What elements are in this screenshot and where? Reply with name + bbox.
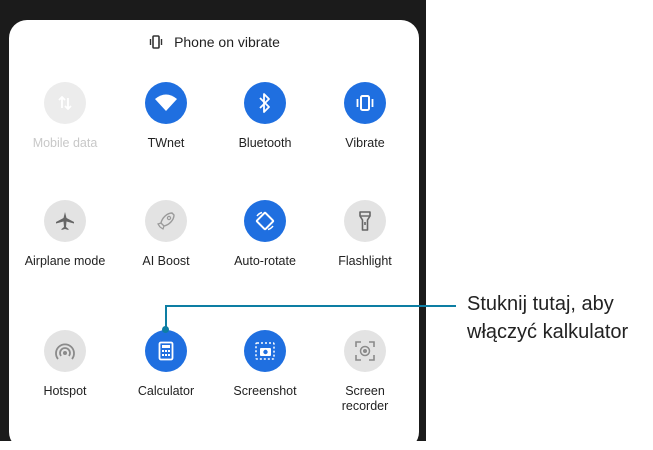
tile-flashlight[interactable]: Flashlight — [309, 200, 419, 280]
vibrate-icon — [356, 95, 374, 111]
tile-vibrate[interactable]: Vibrate — [309, 82, 419, 162]
tile-auto-rotate[interactable]: Auto-rotate — [209, 200, 319, 280]
callout-line-1: Stuknij tutaj, aby — [467, 293, 614, 315]
tile-label: Bluetooth — [238, 136, 292, 150]
tile-twnet[interactable]: TWnet — [110, 82, 220, 162]
auto-rotate-icon — [255, 211, 275, 231]
callout-line-2: włączyć kalkulator — [467, 321, 629, 343]
screenshot-icon — [255, 342, 275, 360]
tile-label: Screen recorder — [341, 384, 389, 413]
tile-label: AI Boost — [142, 254, 190, 268]
tile-ai-boost[interactable]: AI Boost — [110, 200, 220, 280]
tile-hotspot[interactable]: Hotspot — [9, 330, 119, 410]
status-text: Phone on vibrate — [174, 34, 280, 50]
tile-label: Hotspot — [43, 384, 87, 398]
flashlight-icon — [359, 211, 371, 231]
airplane-icon — [56, 212, 74, 230]
tile-label: Mobile data — [32, 136, 98, 150]
tile-label: Airplane mode — [24, 254, 106, 268]
callout-leader-horizontal — [165, 305, 456, 307]
tile-mobile-data[interactable]: Mobile data — [9, 82, 119, 162]
tile-label: Flashlight — [338, 254, 392, 268]
hotspot-icon — [55, 343, 75, 360]
tile-airplane-mode[interactable]: Airplane mode — [9, 200, 119, 280]
rocket-icon — [157, 212, 175, 230]
mobile-data-icon — [58, 95, 72, 111]
tile-label: Vibrate — [345, 136, 385, 150]
bluetooth-icon — [259, 93, 270, 113]
wifi-icon — [155, 94, 177, 111]
callout-dot — [162, 326, 169, 333]
tile-calculator[interactable]: Calculator — [110, 330, 220, 410]
tile-label: Screenshot — [233, 384, 297, 398]
tile-label: Calculator — [137, 384, 195, 398]
screen-recorder-icon — [355, 341, 375, 361]
vibrate-icon — [149, 35, 163, 49]
tile-label: TWnet — [147, 136, 185, 150]
tile-label: Auto-rotate — [234, 254, 296, 268]
tile-bluetooth[interactable]: Bluetooth — [209, 82, 319, 162]
tile-screen-recorder[interactable]: Screen recorder — [309, 330, 419, 413]
calculator-icon — [158, 341, 174, 361]
callout-text: Stuknij tutaj, aby włączyć kalkulator — [467, 290, 652, 346]
quick-settings-panel: Phone on vibrate Mobile data TWnet Bluet… — [9, 20, 419, 450]
status-bar: Phone on vibrate — [9, 32, 419, 52]
tile-screenshot[interactable]: Screenshot — [209, 330, 319, 410]
